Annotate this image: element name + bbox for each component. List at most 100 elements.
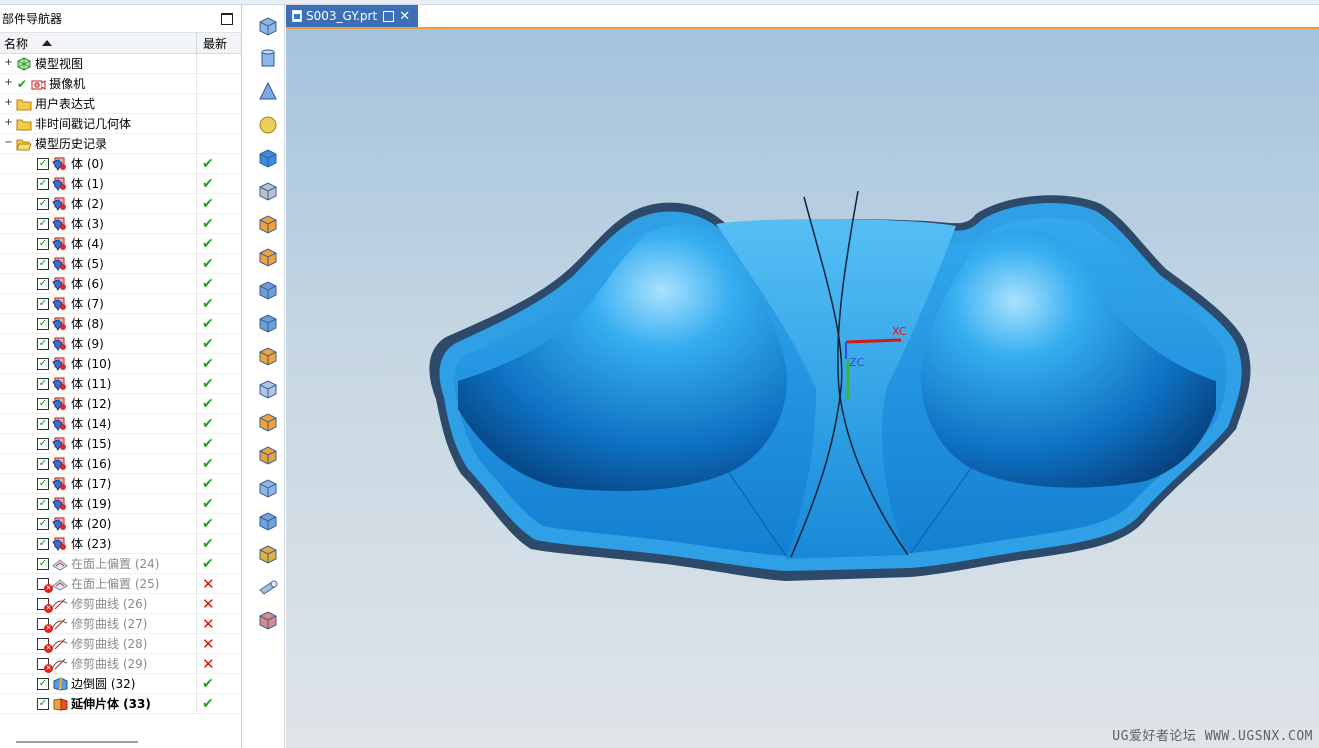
draft-icon[interactable] bbox=[257, 411, 279, 433]
expand-icon[interactable]: + bbox=[4, 118, 13, 128]
tree-row[interactable]: ✓ 在面上偏置 (24) ✔ bbox=[0, 554, 241, 574]
close-icon[interactable]: ✕ bbox=[399, 9, 410, 24]
tree-node-name-cell[interactable]: ✓ 体 (7) bbox=[0, 294, 197, 313]
tree-row[interactable]: ✓ 体 (2) ✔ bbox=[0, 194, 241, 214]
suppressed-checkbox[interactable]: ✕ bbox=[37, 617, 53, 633]
active-checkbox[interactable]: ✓ bbox=[37, 477, 49, 490]
tree-node-name-cell[interactable]: ✓ 体 (9) bbox=[0, 334, 197, 353]
active-checkbox[interactable]: ✓ bbox=[37, 557, 49, 570]
tree-row[interactable]: ✕ 修剪曲线 (27) ✕ bbox=[0, 614, 241, 634]
active-checkbox[interactable]: ✓ bbox=[37, 257, 49, 270]
sort-ascending-icon[interactable] bbox=[42, 40, 53, 46]
tree-node-name-cell[interactable]: ✓ 体 (17) bbox=[0, 474, 197, 493]
tree-row[interactable]: ✓ 体 (23) ✔ bbox=[0, 534, 241, 554]
tree-row[interactable]: ✓ 体 (16) ✔ bbox=[0, 454, 241, 474]
tree-row[interactable]: + 模型视图 bbox=[0, 54, 241, 74]
tree-row[interactable]: ✓ 体 (5) ✔ bbox=[0, 254, 241, 274]
tree-row[interactable]: ✓ 体 (3) ✔ bbox=[0, 214, 241, 234]
tree-node-name-cell[interactable]: ✓ 体 (2) bbox=[0, 194, 197, 213]
expand-icon[interactable]: + bbox=[4, 58, 13, 68]
active-checkbox[interactable]: ✓ bbox=[37, 397, 49, 410]
tree-node-name-cell[interactable]: ✓ 体 (0) bbox=[0, 154, 197, 173]
tree-row[interactable]: ✓ 体 (20) ✔ bbox=[0, 514, 241, 534]
tree-node-name-cell[interactable]: ✓ 体 (19) bbox=[0, 494, 197, 513]
tree-row[interactable]: ✕ 修剪曲线 (28) ✕ bbox=[0, 634, 241, 654]
tree-node-name-cell[interactable]: ✓ 体 (12) bbox=[0, 394, 197, 413]
active-checkbox[interactable]: ✓ bbox=[37, 337, 49, 350]
tree-node-name-cell[interactable]: ✓ 体 (1) bbox=[0, 174, 197, 193]
tree-row[interactable]: ✓ 体 (0) ✔ bbox=[0, 154, 241, 174]
visible-check-icon[interactable]: ✔ bbox=[17, 77, 27, 91]
suppressed-checkbox[interactable]: ✕ bbox=[37, 657, 53, 673]
extrude-sheet-icon[interactable] bbox=[257, 279, 279, 301]
tube-icon[interactable] bbox=[257, 576, 279, 598]
tree-node-name-cell[interactable]: ✓ 体 (5) bbox=[0, 254, 197, 273]
thread-icon[interactable] bbox=[257, 180, 279, 202]
tree-node-name-cell[interactable]: ✕ 修剪曲线 (26) bbox=[0, 594, 197, 613]
part-model[interactable]: XC ZC bbox=[286, 29, 1319, 748]
mesh-surface-icon[interactable] bbox=[257, 609, 279, 631]
pattern-feature-icon[interactable] bbox=[257, 213, 279, 235]
tree-row[interactable]: ✓ 体 (15) ✔ bbox=[0, 434, 241, 454]
tree-node-name-cell[interactable]: − 模型历史记录 bbox=[0, 134, 197, 153]
tree-node-name-cell[interactable]: ✓ 体 (4) bbox=[0, 234, 197, 253]
tab-part-file[interactable]: S003_GY.prt ✕ bbox=[286, 5, 418, 27]
thicken-icon[interactable] bbox=[257, 444, 279, 466]
tree-node-name-cell[interactable]: + 模型视图 bbox=[0, 54, 197, 73]
active-checkbox[interactable]: ✓ bbox=[37, 177, 49, 190]
column-name[interactable]: 名称 bbox=[0, 33, 197, 53]
tree-node-name-cell[interactable]: ✓ 体 (6) bbox=[0, 274, 197, 293]
tree-row[interactable]: ✓ 体 (11) ✔ bbox=[0, 374, 241, 394]
tree-node-name-cell[interactable]: ✓ 体 (3) bbox=[0, 214, 197, 233]
tree-node-name-cell[interactable]: ✓ 体 (14) bbox=[0, 414, 197, 433]
tree-row[interactable]: ✕ 修剪曲线 (29) ✕ bbox=[0, 654, 241, 674]
active-checkbox[interactable]: ✓ bbox=[37, 217, 49, 230]
tree-row[interactable]: ✕ 在面上偏置 (25) ✕ bbox=[0, 574, 241, 594]
emboss-icon[interactable] bbox=[257, 543, 279, 565]
tree-node-name-cell[interactable]: ✓ 体 (10) bbox=[0, 354, 197, 373]
active-checkbox[interactable]: ✓ bbox=[37, 197, 49, 210]
tree-node-name-cell[interactable]: ✓ 体 (23) bbox=[0, 534, 197, 553]
collapse-icon[interactable]: − bbox=[4, 138, 13, 148]
cylinder-icon[interactable] bbox=[257, 48, 279, 70]
column-latest[interactable]: 最新 bbox=[197, 33, 241, 53]
expand-icon[interactable]: + bbox=[4, 98, 13, 108]
tree-node-name-cell[interactable]: ✓ 体 (15) bbox=[0, 434, 197, 453]
tree-row[interactable]: − 模型历史记录 bbox=[0, 134, 241, 154]
boss-icon[interactable] bbox=[257, 147, 279, 169]
tree-row[interactable]: ✓ 体 (4) ✔ bbox=[0, 234, 241, 254]
tree-row[interactable]: + 用户表达式 bbox=[0, 94, 241, 114]
tree-row[interactable]: ✓ 体 (10) ✔ bbox=[0, 354, 241, 374]
tree-node-name-cell[interactable]: ✓ 体 (8) bbox=[0, 314, 197, 333]
expand-icon[interactable]: + bbox=[4, 78, 13, 88]
swept-icon[interactable] bbox=[257, 312, 279, 334]
trim-body-icon[interactable] bbox=[257, 477, 279, 499]
tree-row[interactable]: ✓ 体 (8) ✔ bbox=[0, 314, 241, 334]
active-checkbox[interactable]: ✓ bbox=[37, 537, 49, 550]
active-checkbox[interactable]: ✓ bbox=[37, 457, 49, 470]
tree-row[interactable]: ✓ 体 (19) ✔ bbox=[0, 494, 241, 514]
tree-row[interactable]: ✓ 体 (6) ✔ bbox=[0, 274, 241, 294]
graphics-viewport[interactable]: XC ZC UG爱好者论坛 WWW.UGSNX.COM bbox=[286, 29, 1319, 748]
tree-node-name-cell[interactable]: ✓ 延伸片体 (33) bbox=[0, 694, 197, 713]
tree-row[interactable]: ✓ 体 (9) ✔ bbox=[0, 334, 241, 354]
tree-row[interactable]: ✓ 体 (1) ✔ bbox=[0, 174, 241, 194]
tree-row[interactable]: ✓ 体 (12) ✔ bbox=[0, 394, 241, 414]
suppressed-checkbox[interactable]: ✕ bbox=[37, 637, 53, 653]
active-checkbox[interactable]: ✓ bbox=[37, 437, 49, 450]
offset-face-icon[interactable] bbox=[257, 378, 279, 400]
tree-node-name-cell[interactable]: ✓ 体 (20) bbox=[0, 514, 197, 533]
active-checkbox[interactable]: ✓ bbox=[37, 157, 49, 170]
shell-icon[interactable] bbox=[257, 345, 279, 367]
maximize-icon[interactable] bbox=[221, 12, 233, 25]
tree-row[interactable]: ✓ 边倒圆 (32) ✔ bbox=[0, 674, 241, 694]
unite-icon[interactable] bbox=[257, 246, 279, 268]
tree-node-name-cell[interactable]: ✕ 在面上偏置 (25) bbox=[0, 574, 197, 593]
tree-node-name-cell[interactable]: ✓ 边倒圆 (32) bbox=[0, 674, 197, 693]
active-checkbox[interactable]: ✓ bbox=[37, 517, 49, 530]
tree-row[interactable]: ✓ 体 (14) ✔ bbox=[0, 414, 241, 434]
suppressed-checkbox[interactable]: ✕ bbox=[37, 597, 53, 613]
tree-row[interactable]: ✓ 体 (17) ✔ bbox=[0, 474, 241, 494]
tree-row[interactable]: + ✔ 摄像机 bbox=[0, 74, 241, 94]
split-body-icon[interactable] bbox=[257, 510, 279, 532]
